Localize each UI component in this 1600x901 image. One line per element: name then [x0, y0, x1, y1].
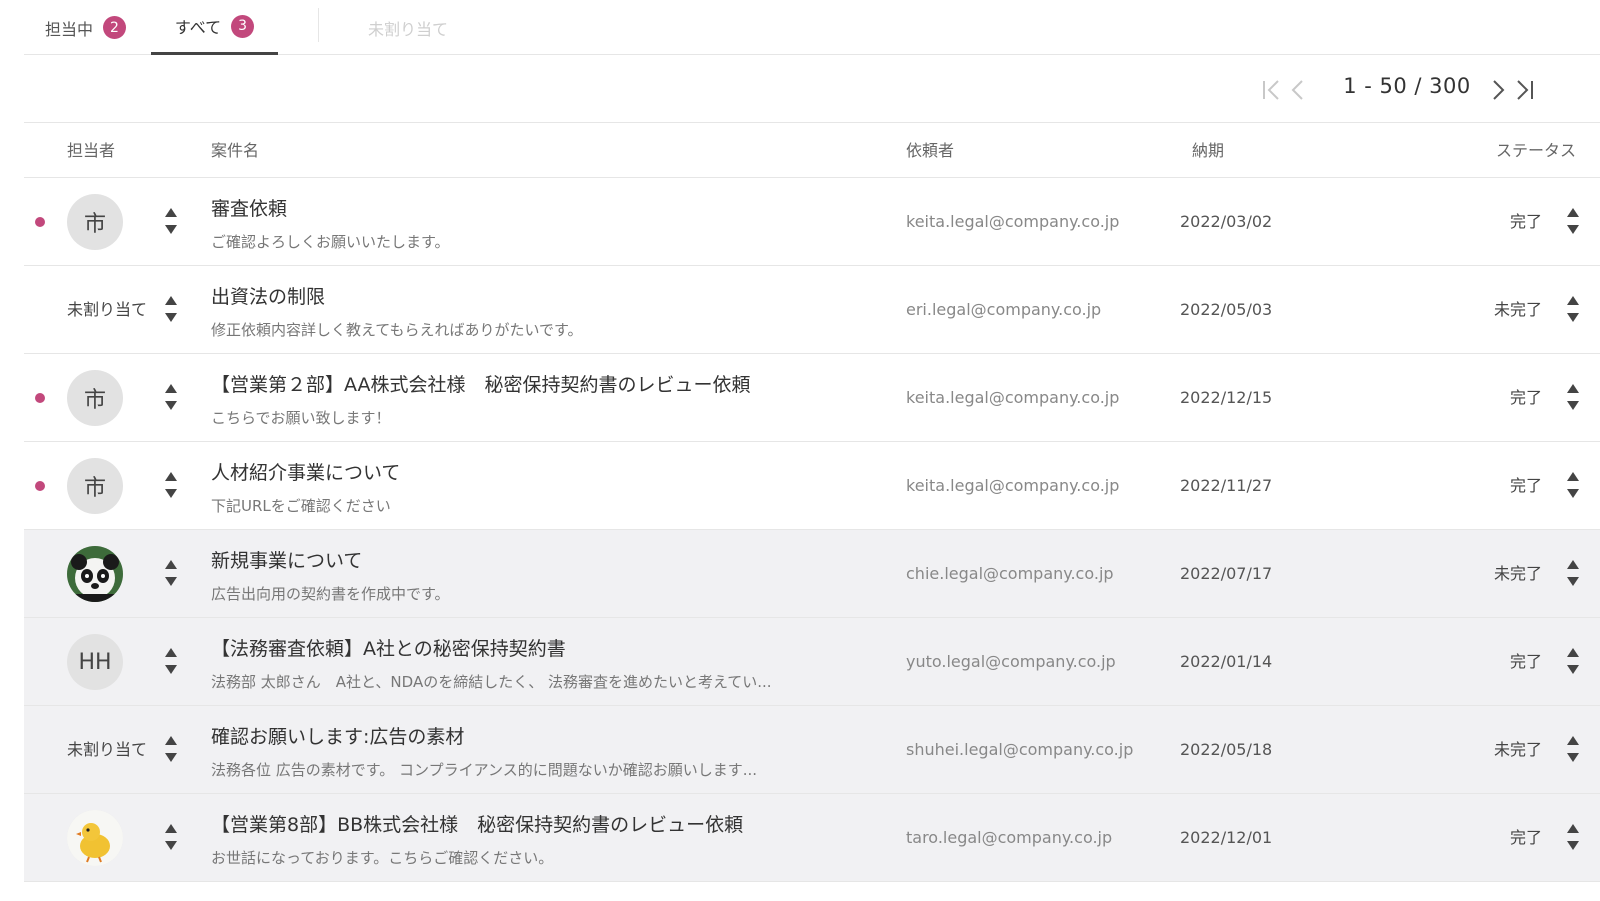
- avatar: 市: [67, 370, 123, 426]
- case-title[interactable]: 出資法の制限: [211, 282, 325, 309]
- table-row[interactable]: 【営業第8部】BB株式会社様 秘密保持契約書のレビュー依頼お世話になっております…: [24, 794, 1600, 882]
- assignee-select-icon[interactable]: [164, 822, 178, 852]
- case-description: 下記URLをご確認ください: [211, 497, 391, 515]
- case-title[interactable]: 【営業第２部】AA株式会社様 秘密保持契約書のレビュー依頼: [211, 370, 751, 397]
- next-page-icon[interactable]: [1486, 76, 1510, 104]
- status-select-icon[interactable]: [1566, 206, 1580, 236]
- status-select-icon[interactable]: [1566, 558, 1580, 588]
- case-description: 修正依頼内容詳しく教えてもらえればありがたいです。: [211, 321, 583, 339]
- avatar: 市: [67, 194, 123, 250]
- status-label: 未完了: [1493, 564, 1542, 583]
- col-status[interactable]: ステータス: [1496, 123, 1576, 178]
- case-title[interactable]: 審査依頼: [211, 194, 287, 221]
- page-range: 1 - 50 / 300: [1343, 74, 1471, 98]
- case-title[interactable]: 【法務審査依頼】A社との秘密保持契約書: [211, 634, 566, 661]
- table-row[interactable]: 市 【営業第２部】AA株式会社様 秘密保持契約書のレビュー依頼こちらでお願い致しま…: [24, 354, 1600, 442]
- status-label: 未完了: [1493, 300, 1542, 319]
- assignee-select-icon[interactable]: [164, 646, 178, 676]
- table-row[interactable]: 新規事業について広告出向用の契約書を作成中です。 chie.legal@compa…: [24, 530, 1600, 618]
- table-row[interactable]: 未割り当て 確認お願いします:広告の素材法務各位 広告の素材です。 コンプライアン…: [24, 706, 1600, 794]
- requester-email: shuhei.legal@company.co.jp: [906, 740, 1134, 759]
- requester-email: yuto.legal@company.co.jp: [906, 652, 1116, 671]
- count-badge: 2: [103, 16, 127, 39]
- tab-unassigned[interactable]: 未割り当て: [368, 0, 448, 55]
- table-row[interactable]: 市 人材紹介事業について下記URLをご確認ください keita.legal@comp…: [24, 442, 1600, 530]
- table-row[interactable]: 未割り当て 出資法の制限修正依頼内容詳しく教えてもらえればありがたいです。 eri.…: [24, 266, 1600, 354]
- assignee-select-icon[interactable]: [164, 206, 178, 236]
- unread-indicator: [35, 481, 45, 491]
- table-body: 市 審査依頼ご確認よろしくお願いいたします。 keita.legal@company…: [24, 178, 1600, 882]
- assignee-select-icon[interactable]: [164, 382, 178, 412]
- due-date: 2022/03/02: [1180, 212, 1273, 231]
- col-requester[interactable]: 依頼者: [906, 123, 954, 178]
- col-subject[interactable]: 案件名: [211, 123, 259, 178]
- case-title[interactable]: 新規事業について: [211, 546, 362, 573]
- status-label: 未完了: [1493, 740, 1542, 759]
- case-description: お世話になっております。こちらご確認ください。: [211, 849, 554, 867]
- avatar: [67, 546, 123, 602]
- due-date: 2022/01/14: [1180, 652, 1273, 671]
- case-description: 広告出向用の契約書を作成中です。: [211, 585, 450, 603]
- assignee-select-icon[interactable]: [164, 734, 178, 764]
- status-label: 完了: [1509, 212, 1542, 231]
- requester-email: keita.legal@company.co.jp: [906, 476, 1120, 495]
- case-description: こちらでお願い致します！: [211, 409, 391, 427]
- tab-bar: 担当中 2 すべて 3 未割り当て: [24, 0, 1600, 55]
- requester-email: keita.legal@company.co.jp: [906, 388, 1120, 407]
- status-select-icon[interactable]: [1566, 382, 1580, 412]
- due-date: 2022/07/17: [1180, 564, 1273, 583]
- case-table: 担当者 案件名 依頼者 納期 ステータス 市 審査依頼ご確認よろしくお願いいたしま…: [24, 122, 1600, 882]
- tab-label: 未割り当て: [368, 19, 449, 39]
- status-label: 完了: [1509, 828, 1542, 847]
- col-due[interactable]: 納期: [1192, 123, 1224, 178]
- requester-email: keita.legal@company.co.jp: [906, 212, 1120, 231]
- first-page-icon[interactable]: [1260, 76, 1284, 104]
- requester-email: chie.legal@company.co.jp: [906, 564, 1114, 583]
- status-select-icon[interactable]: [1566, 470, 1580, 500]
- status-select-icon[interactable]: [1566, 646, 1580, 676]
- due-date: 2022/05/03: [1180, 300, 1273, 319]
- status-select-icon[interactable]: [1566, 822, 1580, 852]
- assignee-label: 未割り当て: [67, 740, 148, 759]
- avatar: [67, 810, 123, 866]
- assignee-select-icon[interactable]: [164, 470, 178, 500]
- due-date: 2022/05/18: [1180, 740, 1273, 759]
- due-date: 2022/12/01: [1180, 828, 1273, 847]
- table-row[interactable]: HH 【法務審査依頼】A社との秘密保持契約書法務部 太郎さん A社と、NDAのを締…: [24, 618, 1600, 706]
- tab-label: すべて: [174, 18, 222, 37]
- case-description: ご確認よろしくお願いいたします。: [211, 233, 450, 251]
- unread-indicator: [35, 217, 45, 227]
- col-assignee[interactable]: 担当者: [67, 123, 115, 178]
- prev-page-icon[interactable]: [1286, 76, 1310, 104]
- assignee-select-icon[interactable]: [164, 558, 178, 588]
- status-label: 完了: [1509, 388, 1542, 407]
- unread-indicator: [35, 393, 45, 403]
- status-label: 完了: [1509, 652, 1542, 671]
- case-description: 法務各位 広告の素材です。 コンプライアンス的に問題ないか確認お願いします...: [211, 761, 757, 779]
- assignee-select-icon[interactable]: [164, 294, 178, 324]
- status-select-icon[interactable]: [1566, 734, 1580, 764]
- case-title[interactable]: 確認お願いします:広告の素材: [211, 722, 464, 749]
- tab-divider: [318, 8, 319, 42]
- table-row[interactable]: 市 審査依頼ご確認よろしくお願いいたします。 keita.legal@company…: [24, 178, 1600, 266]
- status-select-icon[interactable]: [1566, 294, 1580, 324]
- avatar: 市: [67, 458, 123, 514]
- tab-assigned[interactable]: 担当中 2: [45, 0, 127, 55]
- case-title[interactable]: 人材紹介事業について: [211, 458, 400, 485]
- requester-email: taro.legal@company.co.jp: [906, 828, 1113, 847]
- case-description: 法務部 太郎さん A社と、NDAのを締結したく、 法務審査を進めたいと考えてい.…: [211, 673, 772, 691]
- requester-email: eri.legal@company.co.jp: [906, 300, 1102, 319]
- table-header: 担当者 案件名 依頼者 納期 ステータス: [24, 122, 1600, 178]
- status-label: 完了: [1509, 476, 1542, 495]
- assignee-label: 未割り当て: [67, 300, 148, 319]
- tab-all[interactable]: すべて 3: [151, 0, 278, 55]
- due-date: 2022/11/27: [1180, 476, 1273, 495]
- pagination: 1 - 50 / 300: [1260, 70, 1600, 110]
- due-date: 2022/12/15: [1180, 388, 1273, 407]
- count-badge: 3: [231, 14, 255, 38]
- tab-label: 担当中: [45, 19, 94, 39]
- last-page-icon[interactable]: [1512, 76, 1536, 104]
- case-title[interactable]: 【営業第8部】BB株式会社様 秘密保持契約書のレビュー依頼: [211, 810, 743, 837]
- avatar: HH: [67, 634, 123, 690]
